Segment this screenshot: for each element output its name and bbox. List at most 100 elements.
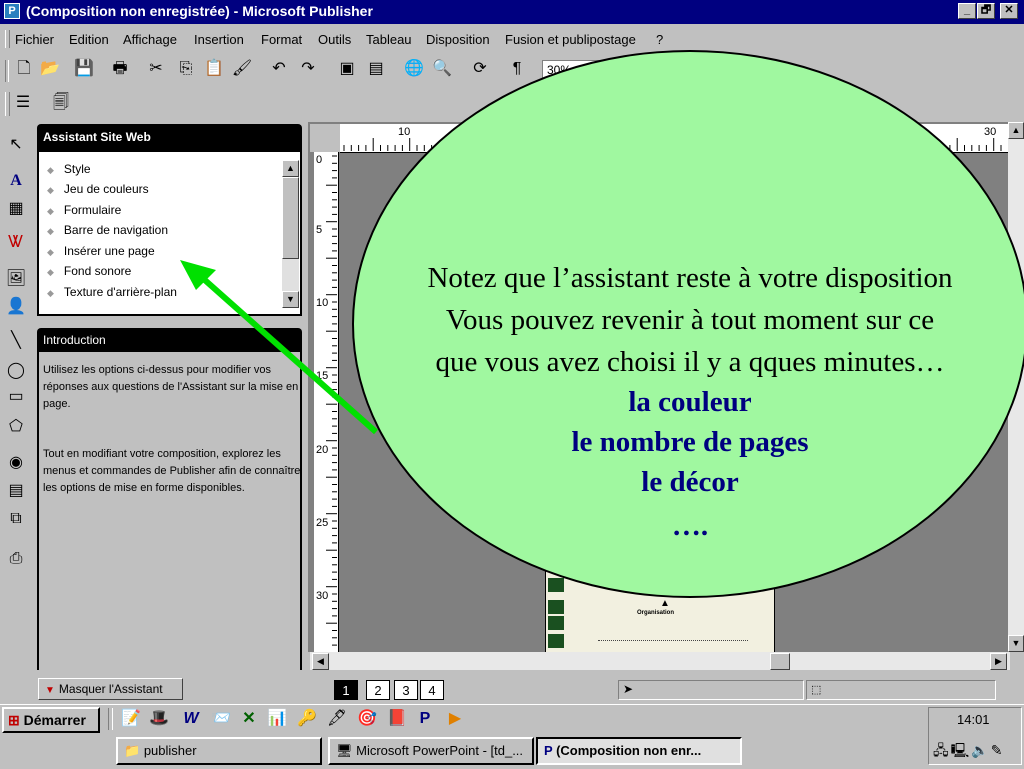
task-powerpoint[interactable]: 🖥 Microsoft PowerPoint - [td_... — [328, 737, 534, 765]
start-button[interactable]: ⊞ Démarrer — [2, 707, 100, 733]
toolbar2-grip[interactable] — [5, 92, 10, 116]
object-size-icon: ⬚ — [811, 684, 822, 696]
wizard-item-navbar[interactable]: ◆ Barre de navigation — [47, 223, 168, 237]
scroll-thumb[interactable] — [282, 177, 299, 259]
media-player-icon[interactable]: ▶ — [444, 708, 466, 730]
pdf-icon[interactable]: 📕 — [386, 708, 408, 730]
powerpoint-ql-icon[interactable]: 📊 — [266, 708, 288, 730]
menu-help[interactable]: ? — [656, 32, 663, 47]
scroll-up-icon[interactable]: ▲ — [282, 160, 299, 177]
page-nav-block — [548, 616, 564, 630]
scroll-left-icon[interactable]: ◀ — [312, 653, 329, 670]
wizard-item-sound[interactable]: ◆ Fond sonore — [47, 264, 131, 278]
callout-line-3: que vous avez choisi il y a qques minute… — [435, 346, 945, 378]
print-icon[interactable]: 🖶 — [109, 58, 131, 80]
page-tab-3[interactable]: 3 — [394, 680, 418, 700]
close-button[interactable]: ✕ — [1000, 3, 1018, 19]
wordart-tool-icon[interactable]: Ꮤ — [5, 232, 27, 254]
hide-wizard-button[interactable]: ▼ Masquer l'Assistant — [38, 678, 183, 700]
page-tab-1[interactable]: 1 — [334, 680, 358, 700]
main-horizontal-scrollbar[interactable]: ◀ ▶ — [310, 652, 1010, 670]
paste-icon[interactable]: 📋 — [203, 58, 225, 80]
scroll-down-icon[interactable]: ▼ — [1008, 635, 1024, 652]
page-tab-2[interactable]: 2 — [366, 680, 390, 700]
web-icon[interactable]: 🌐 — [403, 58, 425, 80]
menu-disposition[interactable]: Disposition — [426, 32, 490, 47]
scroll-up-icon[interactable]: ▲ — [1008, 122, 1024, 139]
quicklaunch-icon[interactable]: 🎩 — [148, 708, 170, 730]
quicklaunch-icon[interactable]: 📝 — [120, 708, 142, 730]
format-painter-icon[interactable]: 🖌 — [231, 58, 253, 80]
pointer-icon[interactable]: ↖ — [5, 134, 27, 156]
task-label: (Composition non enr... — [556, 743, 702, 758]
align-icon[interactable]: ☰ — [12, 92, 34, 114]
menu-fichier[interactable]: Fichier — [15, 32, 54, 47]
menu-affichage[interactable]: Affichage — [123, 32, 177, 47]
custom-shape-icon[interactable]: ⬠ — [5, 416, 27, 438]
form-control-icon[interactable]: ▤ — [5, 480, 27, 502]
callout-bold-4: …. — [671, 510, 709, 542]
html-fragment-icon[interactable]: ⧉ — [5, 508, 27, 530]
menu-outils[interactable]: Outils — [318, 32, 351, 47]
task-publisher-folder[interactable]: 📁 publisher — [116, 737, 322, 765]
task-publisher-active[interactable]: P (Composition non enr... — [536, 737, 742, 765]
excel-icon[interactable]: ✕ — [238, 708, 260, 730]
restore-button[interactable]: 🗗 — [977, 3, 995, 19]
clock[interactable]: 14:01 — [957, 712, 990, 727]
wizard-item-label: Formulaire — [63, 203, 122, 217]
minimize-button[interactable]: _ — [958, 3, 976, 19]
design-gallery-icon[interactable]: ⎙ — [5, 548, 27, 570]
outlook-icon[interactable]: 📨 — [210, 708, 232, 730]
quicklaunch-grip[interactable] — [108, 708, 113, 730]
save-icon[interactable]: 💾 — [73, 58, 95, 80]
acrobat-icon[interactable]: 🎯 — [356, 708, 378, 730]
menu-fusion[interactable]: Fusion et publipostage — [505, 32, 636, 47]
redo-icon[interactable]: ↷ — [297, 58, 319, 80]
bring-front-icon[interactable]: ▣ — [336, 58, 358, 80]
triangle-down-icon: ▼ — [45, 685, 55, 696]
rectangle-tool-icon[interactable]: ▭ — [5, 386, 27, 408]
page-tab-4[interactable]: 4 — [420, 680, 444, 700]
pilcrow-icon[interactable]: ¶ — [506, 58, 528, 80]
cut-icon[interactable]: ✂ — [145, 58, 167, 80]
menu-tableau[interactable]: Tableau — [366, 32, 412, 47]
windows-logo-icon: ⊞ — [8, 712, 20, 728]
publisher-icon[interactable]: P — [4, 3, 20, 19]
green-arrow — [180, 260, 378, 435]
properties-icon[interactable]: 🗐 — [50, 92, 72, 114]
clipart-tool-icon[interactable]: 👤 — [5, 296, 27, 318]
tray-icons[interactable]: 🖧🖳🔈✎ — [933, 740, 1004, 764]
wizard-item-form[interactable]: ◆ Formulaire — [47, 203, 121, 217]
wizard-item-insert-page[interactable]: ◆ Insérer une page — [47, 244, 155, 258]
page-footer-lines — [598, 640, 748, 647]
oval-tool-icon[interactable]: ◯ — [5, 360, 27, 382]
menu-format[interactable]: Format — [261, 32, 302, 47]
access-icon[interactable]: 🔑 — [296, 708, 318, 730]
toolbar-grip[interactable] — [5, 60, 9, 82]
wizard-item-texture[interactable]: ◆ Texture d'arrière-plan — [47, 285, 177, 299]
new-icon[interactable]: 🗋 — [13, 58, 35, 80]
open-icon[interactable]: 📂 — [39, 58, 61, 80]
word-icon[interactable]: W — [180, 708, 202, 730]
scroll-thumb[interactable] — [770, 653, 790, 670]
menu-insertion[interactable]: Insertion — [194, 32, 244, 47]
menu-edition[interactable]: Edition — [69, 32, 109, 47]
copy-icon[interactable]: ⎘ — [175, 58, 197, 80]
refresh-icon[interactable]: ⟳ — [469, 58, 491, 80]
preview-icon[interactable]: 🔍 — [431, 58, 453, 80]
scroll-right-icon[interactable]: ▶ — [990, 653, 1007, 670]
menu-bar: Fichier Edition Affichage Insertion Form… — [0, 24, 1024, 52]
frontpage-icon[interactable]: 🖋 — [326, 708, 348, 730]
wizard-item-colors[interactable]: ◆ Jeu de couleurs — [47, 182, 149, 196]
table-tool-icon[interactable]: ▦ — [5, 198, 27, 220]
callout-line-2: Vous pouvez revenir à tout moment sur ce — [445, 304, 935, 336]
publisher-ql-icon[interactable]: P — [414, 708, 436, 730]
send-back-icon[interactable]: ▤ — [365, 58, 387, 80]
wizard-item-style[interactable]: ◆ Style — [47, 162, 91, 176]
picture-tool-icon[interactable]: 🖼 — [5, 268, 27, 290]
undo-icon[interactable]: ↶ — [268, 58, 290, 80]
menu-grip[interactable] — [5, 30, 10, 48]
line-tool-icon[interactable]: ╲ — [5, 330, 27, 352]
hotspot-icon[interactable]: ◉ — [5, 452, 27, 474]
text-tool-icon[interactable]: A — [5, 170, 27, 192]
